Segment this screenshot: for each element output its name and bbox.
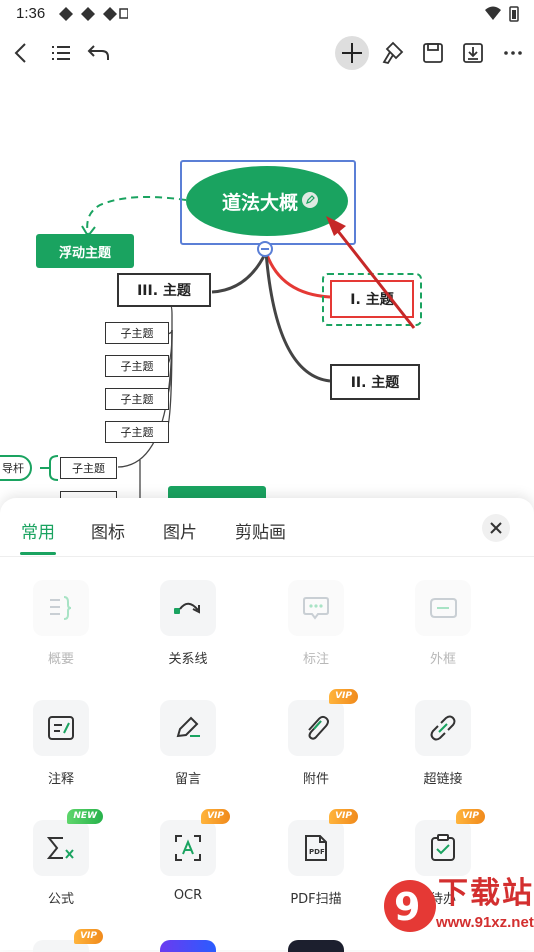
notification-icons — [59, 7, 128, 21]
tool-label: 概要 — [47, 652, 74, 667]
note-icon — [33, 700, 89, 756]
watermark-text: 下载站 — [438, 876, 534, 911]
tool-label: 标注 — [302, 652, 329, 667]
tab-clipart[interactable]: 剪贴画 — [235, 518, 286, 543]
new-badge: NEW — [67, 809, 103, 824]
close-icon[interactable] — [482, 514, 510, 542]
export-icon[interactable] — [456, 36, 490, 70]
status-time: 1:36 — [16, 5, 46, 22]
tool-attachment[interactable]: VIP 附件 — [266, 689, 366, 800]
callout-icon — [288, 580, 344, 636]
tool-label: 超链接 — [423, 772, 463, 787]
format-paint-icon[interactable] — [376, 36, 410, 70]
tab-icons[interactable]: 图标 — [91, 518, 125, 543]
tool-label: OCR — [173, 888, 203, 903]
summary-icon — [33, 580, 89, 636]
tool-row4-item3[interactable] — [288, 940, 344, 952]
comment-icon — [160, 700, 216, 756]
tool-row4-item1[interactable]: VIP — [33, 929, 103, 952]
active-tab-indicator — [20, 552, 56, 555]
status-bar: 1:36 — [0, 0, 534, 28]
attachment-icon: VIP — [288, 689, 358, 756]
watermark-logo: 9 下载站 www.91xz.net — [364, 860, 534, 950]
watermark-url: www.91xz.net — [436, 914, 534, 931]
vip-badge: VIP — [456, 809, 485, 824]
vip-badge: VIP — [329, 809, 358, 824]
pdf-scan-icon: PDF VIP — [288, 809, 358, 876]
svg-text:PDF: PDF — [309, 848, 325, 856]
formula-icon: NEW — [33, 809, 103, 876]
save-icon[interactable] — [416, 36, 450, 70]
tool-label: 关系线 — [168, 652, 208, 667]
tool-label: 留言 — [174, 772, 201, 787]
more-icon[interactable] — [496, 36, 530, 70]
tool-hyperlink[interactable]: 超链接 — [393, 700, 493, 800]
red-arrow-annotation — [326, 216, 416, 329]
vip-badge: VIP — [201, 809, 230, 824]
add-icon[interactable] — [335, 36, 369, 70]
tool-label: 外框 — [429, 652, 456, 667]
tab-common[interactable]: 常用 — [21, 518, 55, 543]
tool-label: 公式 — [47, 892, 74, 907]
relation-line-icon — [160, 580, 216, 636]
tool-ocr[interactable]: VIP OCR — [138, 809, 238, 920]
tool-label: PDF扫描 — [290, 892, 342, 907]
outline-icon[interactable] — [44, 36, 78, 70]
hyperlink-icon — [415, 700, 471, 756]
tool-relation-line[interactable]: 关系线 — [138, 580, 238, 680]
vip-badge: VIP — [329, 689, 358, 704]
top-toolbar — [0, 30, 534, 80]
tool-label: 注释 — [47, 772, 74, 787]
tool-formula[interactable]: NEW 公式 — [11, 809, 111, 920]
tool-comment[interactable]: 留言 — [138, 700, 238, 800]
boundary-icon — [415, 580, 471, 636]
tool-label: 附件 — [302, 772, 329, 787]
tab-images[interactable]: 图片 — [163, 518, 197, 543]
tool-row4-item2[interactable] — [160, 940, 216, 952]
svg-text:9: 9 — [394, 885, 420, 929]
mindmap-canvas[interactable]: 道法大概 浮动主题 III. 主题 I. 主题 II. 主题 子主题 子主题 子… — [0, 80, 534, 500]
vip-badge: VIP — [74, 929, 103, 944]
tool-pdf-scan[interactable]: PDF VIP PDF扫描 — [266, 809, 366, 920]
panel-tabs: 常用 图标 图片 剪贴画 — [0, 498, 534, 557]
back-icon[interactable] — [4, 36, 38, 70]
tool-note[interactable]: 注释 — [11, 700, 111, 800]
tool-boundary[interactable]: 外框 — [393, 580, 493, 680]
ocr-icon: VIP — [160, 809, 230, 876]
wifi-battery-icon — [485, 6, 519, 22]
tool-summary[interactable]: 概要 — [11, 580, 111, 680]
tool-callout[interactable]: 标注 — [266, 580, 366, 680]
undo-icon[interactable] — [82, 36, 116, 70]
